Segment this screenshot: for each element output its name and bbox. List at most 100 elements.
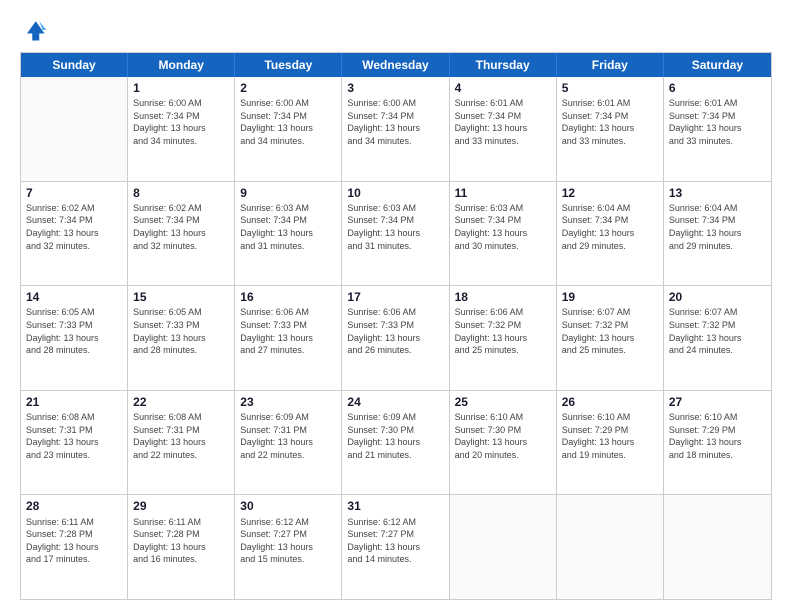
cell-text: Sunrise: 6:07 AM Sunset: 7:32 PM Dayligh… bbox=[562, 306, 658, 356]
calendar-cell: 5Sunrise: 6:01 AM Sunset: 7:34 PM Daylig… bbox=[557, 77, 664, 181]
cell-text: Sunrise: 6:06 AM Sunset: 7:32 PM Dayligh… bbox=[455, 306, 551, 356]
day-number: 11 bbox=[455, 185, 551, 201]
day-number: 12 bbox=[562, 185, 658, 201]
header-day-tuesday: Tuesday bbox=[235, 53, 342, 77]
day-number: 10 bbox=[347, 185, 443, 201]
day-number: 17 bbox=[347, 289, 443, 305]
calendar-cell: 21Sunrise: 6:08 AM Sunset: 7:31 PM Dayli… bbox=[21, 391, 128, 495]
cell-text: Sunrise: 6:06 AM Sunset: 7:33 PM Dayligh… bbox=[240, 306, 336, 356]
day-number: 13 bbox=[669, 185, 766, 201]
header-day-friday: Friday bbox=[557, 53, 664, 77]
day-number: 9 bbox=[240, 185, 336, 201]
cell-text: Sunrise: 6:12 AM Sunset: 7:27 PM Dayligh… bbox=[240, 516, 336, 566]
calendar-cell: 26Sunrise: 6:10 AM Sunset: 7:29 PM Dayli… bbox=[557, 391, 664, 495]
cell-text: Sunrise: 6:02 AM Sunset: 7:34 PM Dayligh… bbox=[26, 202, 122, 252]
day-number: 8 bbox=[133, 185, 229, 201]
calendar: SundayMondayTuesdayWednesdayThursdayFrid… bbox=[20, 52, 772, 600]
calendar-cell: 19Sunrise: 6:07 AM Sunset: 7:32 PM Dayli… bbox=[557, 286, 664, 390]
day-number: 19 bbox=[562, 289, 658, 305]
cell-text: Sunrise: 6:08 AM Sunset: 7:31 PM Dayligh… bbox=[26, 411, 122, 461]
calendar-cell: 30 Sunrise: 6:12 AM Sunset: 7:27 PM Dayli… bbox=[235, 495, 342, 599]
cell-text: Sunrise: 6:00 AM Sunset: 7:34 PM Dayligh… bbox=[347, 97, 443, 147]
calendar-cell: 23Sunrise: 6:09 AM Sunset: 7:31 PM Dayli… bbox=[235, 391, 342, 495]
calendar-cell: 7Sunrise: 6:02 AM Sunset: 7:34 PM Daylig… bbox=[21, 182, 128, 286]
cell-text: Sunrise: 6:03 AM Sunset: 7:34 PM Dayligh… bbox=[455, 202, 551, 252]
calendar-cell bbox=[450, 495, 557, 599]
calendar-cell: 16Sunrise: 6:06 AM Sunset: 7:33 PM Dayli… bbox=[235, 286, 342, 390]
calendar-cell: 9Sunrise: 6:03 AM Sunset: 7:34 PM Daylig… bbox=[235, 182, 342, 286]
day-number: 1 bbox=[133, 80, 229, 96]
header-day-wednesday: Wednesday bbox=[342, 53, 449, 77]
day-number: 15 bbox=[133, 289, 229, 305]
logo bbox=[20, 16, 52, 44]
day-number: 20 bbox=[669, 289, 766, 305]
cell-text: Sunrise: 6:03 AM Sunset: 7:34 PM Dayligh… bbox=[240, 202, 336, 252]
cell-text: Sunrise: 6:01 AM Sunset: 7:34 PM Dayligh… bbox=[669, 97, 766, 147]
cell-text: Sunrise: 6:04 AM Sunset: 7:34 PM Dayligh… bbox=[669, 202, 766, 252]
day-number: 24 bbox=[347, 394, 443, 410]
cell-text: Sunrise: 6:05 AM Sunset: 7:33 PM Dayligh… bbox=[133, 306, 229, 356]
calendar-cell: 6Sunrise: 6:01 AM Sunset: 7:34 PM Daylig… bbox=[664, 77, 771, 181]
calendar-cell: 10Sunrise: 6:03 AM Sunset: 7:34 PM Dayli… bbox=[342, 182, 449, 286]
calendar-week-2: 7Sunrise: 6:02 AM Sunset: 7:34 PM Daylig… bbox=[21, 182, 771, 287]
calendar-cell: 12Sunrise: 6:04 AM Sunset: 7:34 PM Dayli… bbox=[557, 182, 664, 286]
cell-text: Sunrise: 6:05 AM Sunset: 7:33 PM Dayligh… bbox=[26, 306, 122, 356]
header-day-monday: Monday bbox=[128, 53, 235, 77]
day-number: 29 bbox=[133, 498, 229, 514]
calendar-cell: 11Sunrise: 6:03 AM Sunset: 7:34 PM Dayli… bbox=[450, 182, 557, 286]
calendar-cell: 25Sunrise: 6:10 AM Sunset: 7:30 PM Dayli… bbox=[450, 391, 557, 495]
cell-text: Sunrise: 6:03 AM Sunset: 7:34 PM Dayligh… bbox=[347, 202, 443, 252]
cell-text: Sunrise: 6:12 AM Sunset: 7:27 PM Dayligh… bbox=[347, 516, 443, 566]
cell-text: Sunrise: 6:07 AM Sunset: 7:32 PM Dayligh… bbox=[669, 306, 766, 356]
day-number: 7 bbox=[26, 185, 122, 201]
cell-text: Sunrise: 6:04 AM Sunset: 7:34 PM Dayligh… bbox=[562, 202, 658, 252]
calendar-cell: 15Sunrise: 6:05 AM Sunset: 7:33 PM Dayli… bbox=[128, 286, 235, 390]
calendar-cell: 3Sunrise: 6:00 AM Sunset: 7:34 PM Daylig… bbox=[342, 77, 449, 181]
calendar-cell: 31 Sunrise: 6:12 AM Sunset: 7:27 PM Dayli… bbox=[342, 495, 449, 599]
day-number: 5 bbox=[562, 80, 658, 96]
day-number: 27 bbox=[669, 394, 766, 410]
day-number: 22 bbox=[133, 394, 229, 410]
cell-text: Sunrise: 6:00 AM Sunset: 7:34 PM Dayligh… bbox=[240, 97, 336, 147]
day-number: 25 bbox=[455, 394, 551, 410]
calendar-header: SundayMondayTuesdayWednesdayThursdayFrid… bbox=[21, 53, 771, 77]
calendar-cell: 28 Sunrise: 6:11 AM Sunset: 7:28 PM Dayli… bbox=[21, 495, 128, 599]
day-number: 30 bbox=[240, 498, 336, 514]
cell-text: Sunrise: 6:10 AM Sunset: 7:29 PM Dayligh… bbox=[669, 411, 766, 461]
cell-text: Sunrise: 6:10 AM Sunset: 7:29 PM Dayligh… bbox=[562, 411, 658, 461]
cell-text: Sunrise: 6:00 AM Sunset: 7:34 PM Dayligh… bbox=[133, 97, 229, 147]
day-number: 21 bbox=[26, 394, 122, 410]
cell-text: Sunrise: 6:08 AM Sunset: 7:31 PM Dayligh… bbox=[133, 411, 229, 461]
day-number: 26 bbox=[562, 394, 658, 410]
day-number: 31 bbox=[347, 498, 443, 514]
page-header bbox=[20, 16, 772, 44]
calendar-cell bbox=[557, 495, 664, 599]
day-number: 23 bbox=[240, 394, 336, 410]
header-day-sunday: Sunday bbox=[21, 53, 128, 77]
cell-text: Sunrise: 6:02 AM Sunset: 7:34 PM Dayligh… bbox=[133, 202, 229, 252]
logo-icon bbox=[20, 16, 48, 44]
calendar-cell: 4Sunrise: 6:01 AM Sunset: 7:34 PM Daylig… bbox=[450, 77, 557, 181]
cell-text: Sunrise: 6:09 AM Sunset: 7:31 PM Dayligh… bbox=[240, 411, 336, 461]
day-number: 14 bbox=[26, 289, 122, 305]
cell-text: Sunrise: 6:11 AM Sunset: 7:28 PM Dayligh… bbox=[26, 516, 122, 566]
day-number: 6 bbox=[669, 80, 766, 96]
cell-text: Sunrise: 6:09 AM Sunset: 7:30 PM Dayligh… bbox=[347, 411, 443, 461]
calendar-cell: 29Sunrise: 6:11 AM Sunset: 7:28 PM Dayli… bbox=[128, 495, 235, 599]
calendar-week-3: 14Sunrise: 6:05 AM Sunset: 7:33 PM Dayli… bbox=[21, 286, 771, 391]
header-day-saturday: Saturday bbox=[664, 53, 771, 77]
cell-text: Sunrise: 6:01 AM Sunset: 7:34 PM Dayligh… bbox=[562, 97, 658, 147]
day-number: 16 bbox=[240, 289, 336, 305]
calendar-cell: 18Sunrise: 6:06 AM Sunset: 7:32 PM Dayli… bbox=[450, 286, 557, 390]
cell-text: Sunrise: 6:10 AM Sunset: 7:30 PM Dayligh… bbox=[455, 411, 551, 461]
calendar-cell: 2Sunrise: 6:00 AM Sunset: 7:34 PM Daylig… bbox=[235, 77, 342, 181]
day-number: 3 bbox=[347, 80, 443, 96]
calendar-cell: 27Sunrise: 6:10 AM Sunset: 7:29 PM Dayli… bbox=[664, 391, 771, 495]
day-number: 28 bbox=[26, 498, 122, 514]
calendar-cell: 8Sunrise: 6:02 AM Sunset: 7:34 PM Daylig… bbox=[128, 182, 235, 286]
cell-text: Sunrise: 6:01 AM Sunset: 7:34 PM Dayligh… bbox=[455, 97, 551, 147]
calendar-cell: 1Sunrise: 6:00 AM Sunset: 7:34 PM Daylig… bbox=[128, 77, 235, 181]
calendar-week-1: 1Sunrise: 6:00 AM Sunset: 7:34 PM Daylig… bbox=[21, 77, 771, 182]
calendar-cell: 13Sunrise: 6:04 AM Sunset: 7:34 PM Dayli… bbox=[664, 182, 771, 286]
calendar-week-4: 21Sunrise: 6:08 AM Sunset: 7:31 PM Dayli… bbox=[21, 391, 771, 496]
